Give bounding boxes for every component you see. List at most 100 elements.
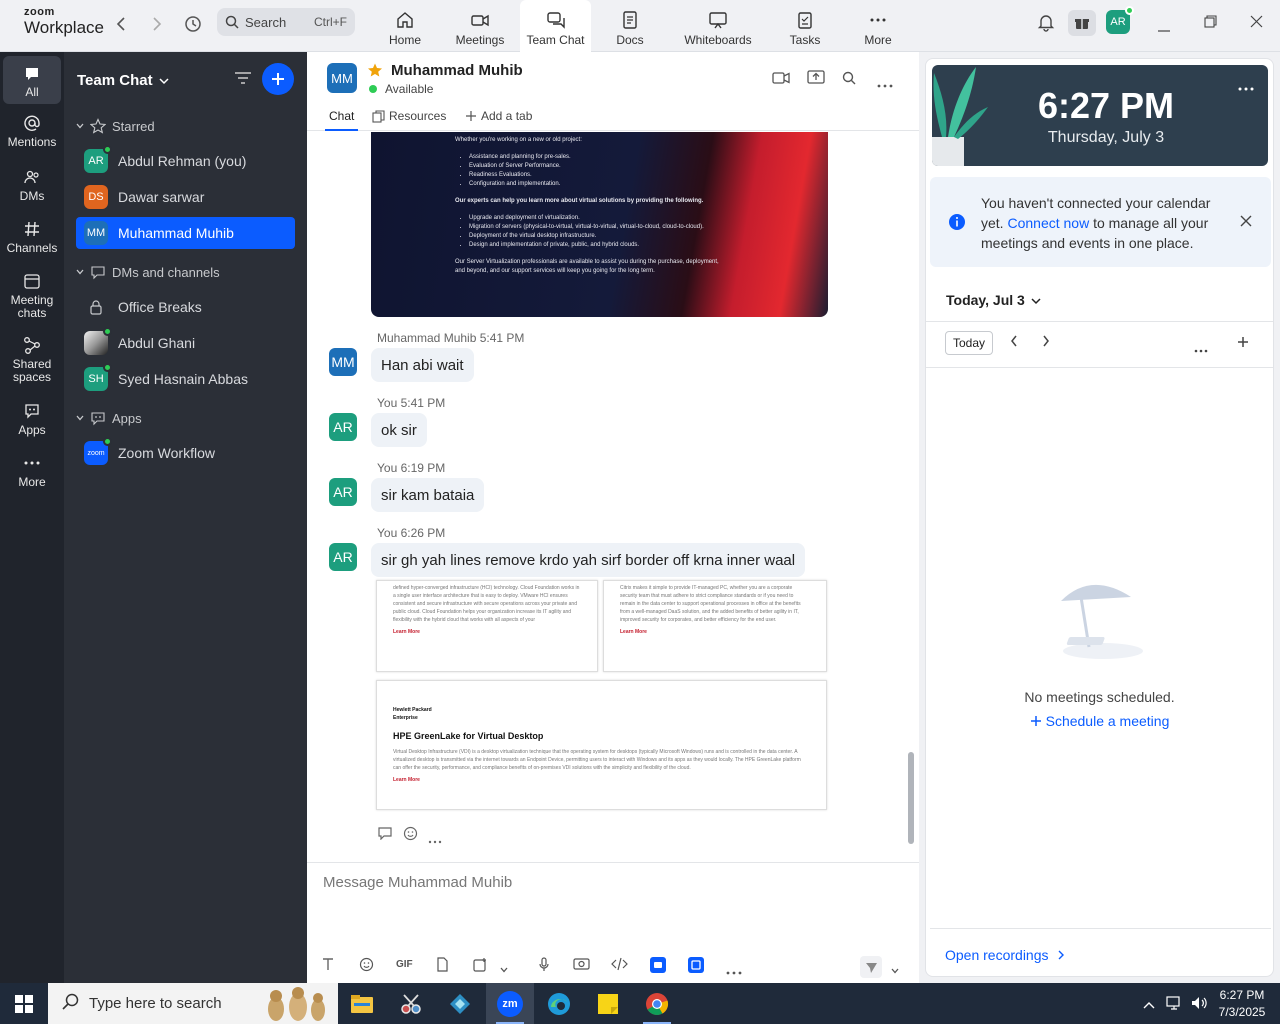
avatar[interactable]: MM (329, 348, 357, 376)
chevron-down-icon[interactable] (500, 961, 508, 976)
minimize-icon[interactable] (1158, 20, 1170, 35)
app-diamond-icon[interactable] (436, 983, 484, 1024)
message-bubble[interactable]: sir kam bataia (371, 478, 485, 512)
section-starred[interactable]: Starred (76, 118, 155, 134)
snipping-tool-icon[interactable] (387, 983, 435, 1024)
bell-icon[interactable] (1036, 12, 1056, 35)
search-icon[interactable] (842, 71, 856, 88)
avatar[interactable]: AR (329, 413, 357, 441)
contact-avatar[interactable]: MM (327, 63, 357, 93)
sidebar-item-abdul-ghani[interactable]: Abdul Ghani (76, 327, 295, 359)
tab-more[interactable]: More (858, 0, 898, 52)
rail-all[interactable]: All (3, 56, 61, 104)
chrome-browser-icon[interactable] (633, 983, 681, 1024)
message-bubble[interactable]: sir gh yah lines remove krdo yah sirf bo… (371, 543, 806, 577)
tab-whiteboards[interactable]: Whiteboards (680, 0, 756, 52)
section-dms[interactable]: DMs and channels (76, 264, 220, 280)
open-recordings-link[interactable]: Open recordings (945, 947, 1065, 963)
learn-more-link[interactable]: Learn More (393, 628, 581, 636)
chat-scrollbar[interactable] (908, 752, 914, 844)
restore-icon[interactable] (1204, 15, 1217, 31)
volume-icon[interactable] (1190, 995, 1208, 1014)
chevron-down-icon[interactable] (891, 962, 899, 977)
today-button[interactable]: Today (945, 331, 993, 355)
contact-name[interactable]: Muhammad Muhib (391, 62, 523, 79)
tab-tasks[interactable]: Tasks (785, 0, 825, 52)
history-icon[interactable] (183, 14, 203, 34)
file-icon[interactable] (436, 957, 449, 975)
forward-arrow-icon[interactable] (147, 14, 167, 34)
tab-home[interactable]: Home (380, 0, 430, 52)
close-icon[interactable] (1250, 15, 1263, 31)
code-snippet-icon[interactable] (611, 957, 628, 974)
message-bubble[interactable]: Han abi wait (371, 348, 474, 382)
add-tab-button[interactable]: Add a tab (465, 109, 532, 123)
app-blue-icon[interactable] (650, 957, 666, 976)
text-format-icon[interactable] (321, 957, 335, 974)
sidebar-item-zoom-workflow[interactable]: zoom Zoom Workflow (76, 437, 295, 469)
filter-icon[interactable] (234, 71, 252, 88)
shared-image-attachment[interactable]: Whether you're working on a new or old p… (371, 132, 828, 317)
rail-more[interactable]: More (3, 454, 61, 489)
avatar[interactable]: AR (329, 478, 357, 506)
back-arrow-icon[interactable] (111, 14, 131, 34)
network-icon[interactable] (1166, 995, 1182, 1014)
sidebar-item-syed-hasnain-abbas[interactable]: SH Syed Hasnain Abbas (76, 363, 295, 395)
rail-meeting-chats[interactable]: Meeting chats (3, 272, 61, 320)
tab-resources[interactable]: Resources (372, 109, 446, 123)
taskbar-clock[interactable]: 6:27 PM 7/3/2025 (1212, 987, 1272, 1021)
rail-channels[interactable]: Channels (3, 220, 61, 255)
learn-more-link[interactable]: Learn More (620, 628, 810, 636)
more-tools-icon[interactable] (726, 963, 742, 978)
learn-more-link[interactable]: Learn More (393, 776, 810, 784)
close-icon[interactable] (1240, 215, 1252, 230)
avatar[interactable]: AR (329, 543, 357, 571)
date-selector[interactable]: Today, Jul 3 (946, 292, 1041, 308)
connect-now-link[interactable]: Connect now (1007, 215, 1089, 231)
star-filled-icon[interactable] (367, 62, 383, 81)
app-calendar-icon[interactable] (688, 957, 704, 976)
section-apps[interactable]: Apps (76, 410, 142, 426)
more-options-icon[interactable] (877, 76, 893, 91)
file-explorer-icon[interactable] (338, 983, 386, 1024)
gif-icon[interactable]: GIF (396, 959, 413, 970)
rail-shared-spaces[interactable]: Shared spaces (3, 336, 61, 384)
tab-meetings[interactable]: Meetings (450, 0, 510, 52)
edge-browser-icon[interactable] (535, 983, 583, 1024)
add-event-icon[interactable] (1237, 336, 1249, 351)
video-call-icon[interactable] (772, 71, 790, 88)
sidebar-title[interactable]: Team Chat (77, 72, 169, 89)
user-avatar[interactable]: AR (1106, 6, 1134, 34)
link-card-citrix[interactable]: Citrix makes it simple to provide IT-man… (603, 580, 827, 672)
tab-docs[interactable]: Docs (610, 0, 650, 52)
tab-chat[interactable]: Chat (324, 109, 359, 131)
windows-start-icon[interactable] (0, 983, 48, 1024)
rail-apps[interactable]: Apps (3, 402, 61, 437)
schedule-meeting-link[interactable]: Schedule a meeting (926, 713, 1273, 730)
chevron-up-icon[interactable] (1143, 997, 1155, 1012)
search-box[interactable]: Search Ctrl+F (217, 8, 355, 36)
sidebar-item-dawar-sarwar[interactable]: DS Dawar sarwar (76, 181, 295, 213)
sidebar-item-muhammad-muhib[interactable]: MM Muhammad Muhib (76, 217, 295, 249)
link-card-vmware[interactable]: defined hyper-converged infrastructure (… (376, 580, 598, 672)
new-chat-button[interactable] (262, 63, 294, 95)
emoji-reaction-icon[interactable] (403, 826, 418, 847)
next-day-icon[interactable] (1042, 335, 1050, 350)
message-input[interactable]: Message Muhammad Muhib (323, 874, 512, 891)
gift-icon[interactable] (1068, 10, 1096, 36)
more-options-icon[interactable] (1238, 79, 1254, 94)
video-message-icon[interactable] (573, 957, 590, 974)
sidebar-item-abdul-rehman[interactable]: AR Abdul Rehman (you) (76, 145, 295, 177)
reply-icon[interactable] (377, 826, 393, 847)
zoom-taskbar-icon[interactable]: zm (486, 983, 534, 1024)
more-actions-icon[interactable] (428, 826, 442, 847)
tab-team-chat[interactable]: Team Chat (520, 0, 591, 52)
rail-mentions[interactable]: Mentions (3, 114, 61, 149)
message-bubble[interactable]: ok sir (371, 413, 427, 447)
link-card-hpe[interactable]: Hewlett Packard Enterprise HPE GreenLake… (376, 680, 827, 810)
rail-dms[interactable]: DMs (3, 168, 61, 203)
sticky-notes-icon[interactable] (584, 983, 632, 1024)
sidebar-item-office-breaks[interactable]: Office Breaks (76, 291, 295, 323)
prev-day-icon[interactable] (1010, 335, 1018, 350)
more-options-icon[interactable] (1194, 341, 1208, 356)
